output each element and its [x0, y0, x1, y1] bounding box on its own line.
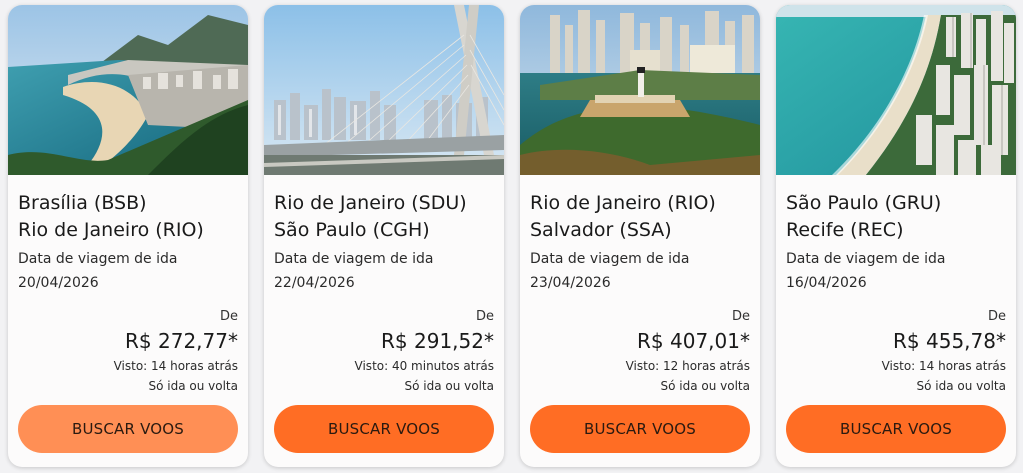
- price-from-label: De: [475, 309, 494, 324]
- destination-photo: [8, 5, 248, 175]
- search-flights-button[interactable]: BUSCAR VOOS: [274, 405, 494, 453]
- destination-card[interactable]: Rio de Janeiro (SDU) São Paulo (CGH) Dat…: [264, 5, 504, 467]
- destination-city: Rio de Janeiro (RIO): [18, 219, 204, 241]
- price-block: De R$ 407,01* Visto: 12 horas atrás Só i…: [530, 309, 750, 396]
- search-flights-button[interactable]: BUSCAR VOOS: [18, 405, 238, 453]
- destination-city: São Paulo (CGH): [274, 219, 430, 241]
- departure-date: 16/04/2026: [786, 275, 867, 291]
- departure-date-label: Data de viagem de ida: [274, 251, 434, 267]
- price-from-label: De: [731, 309, 750, 324]
- destination-card[interactable]: Brasília (BSB) Rio de Janeiro (RIO) Data…: [8, 5, 248, 467]
- search-flights-button[interactable]: BUSCAR VOOS: [786, 405, 1006, 453]
- seen-timestamp: Visto: 12 horas atrás: [625, 359, 750, 373]
- destination-photo: [776, 5, 1016, 175]
- origin-city: São Paulo (GRU): [786, 192, 942, 214]
- trip-type: Só ida ou volta: [660, 379, 751, 393]
- departure-date-label: Data de viagem de ida: [786, 251, 946, 267]
- seen-timestamp: Visto: 14 horas atrás: [113, 359, 238, 373]
- destination-city: Salvador (SSA): [530, 219, 672, 241]
- departure-date-label: Data de viagem de ida: [530, 251, 690, 267]
- destination-photo: [264, 5, 504, 175]
- trip-type: Só ida ou volta: [148, 379, 239, 393]
- origin-city: Rio de Janeiro (RIO): [530, 192, 716, 214]
- destination-card[interactable]: Rio de Janeiro (RIO) Salvador (SSA) Data…: [520, 5, 760, 467]
- origin-city: Rio de Janeiro (SDU): [274, 192, 467, 214]
- trip-type: Só ida ou volta: [916, 379, 1007, 393]
- destination-city: Recife (REC): [786, 219, 904, 241]
- price-from-label: De: [219, 309, 238, 324]
- price-block: De R$ 291,52* Visto: 40 minutos atrás Só…: [274, 309, 494, 396]
- departure-date-label: Data de viagem de ida: [18, 251, 178, 267]
- seen-timestamp: Visto: 40 minutos atrás: [354, 359, 494, 373]
- price-block: De R$ 455,78* Visto: 14 horas atrás Só i…: [786, 309, 1006, 396]
- fare-price: R$ 455,78*: [893, 329, 1006, 353]
- destination-card[interactable]: São Paulo (GRU) Recife (REC) Data de via…: [776, 5, 1016, 467]
- fare-price: R$ 272,77*: [125, 329, 238, 353]
- destination-photo: [520, 5, 760, 175]
- origin-city: Brasília (BSB): [18, 192, 147, 214]
- price-block: De R$ 272,77* Visto: 14 horas atrás Só i…: [18, 309, 238, 396]
- departure-date: 23/04/2026: [530, 275, 611, 291]
- seen-timestamp: Visto: 14 horas atrás: [881, 359, 1006, 373]
- departure-date: 22/04/2026: [274, 275, 355, 291]
- fare-price: R$ 291,52*: [381, 329, 494, 353]
- fare-price: R$ 407,01*: [637, 329, 750, 353]
- trip-type: Só ida ou volta: [404, 379, 495, 393]
- search-flights-button[interactable]: BUSCAR VOOS: [530, 405, 750, 453]
- price-from-label: De: [987, 309, 1006, 324]
- departure-date: 20/04/2026: [18, 275, 99, 291]
- destination-cards: Brasília (BSB) Rio de Janeiro (RIO) Data…: [8, 5, 1016, 467]
